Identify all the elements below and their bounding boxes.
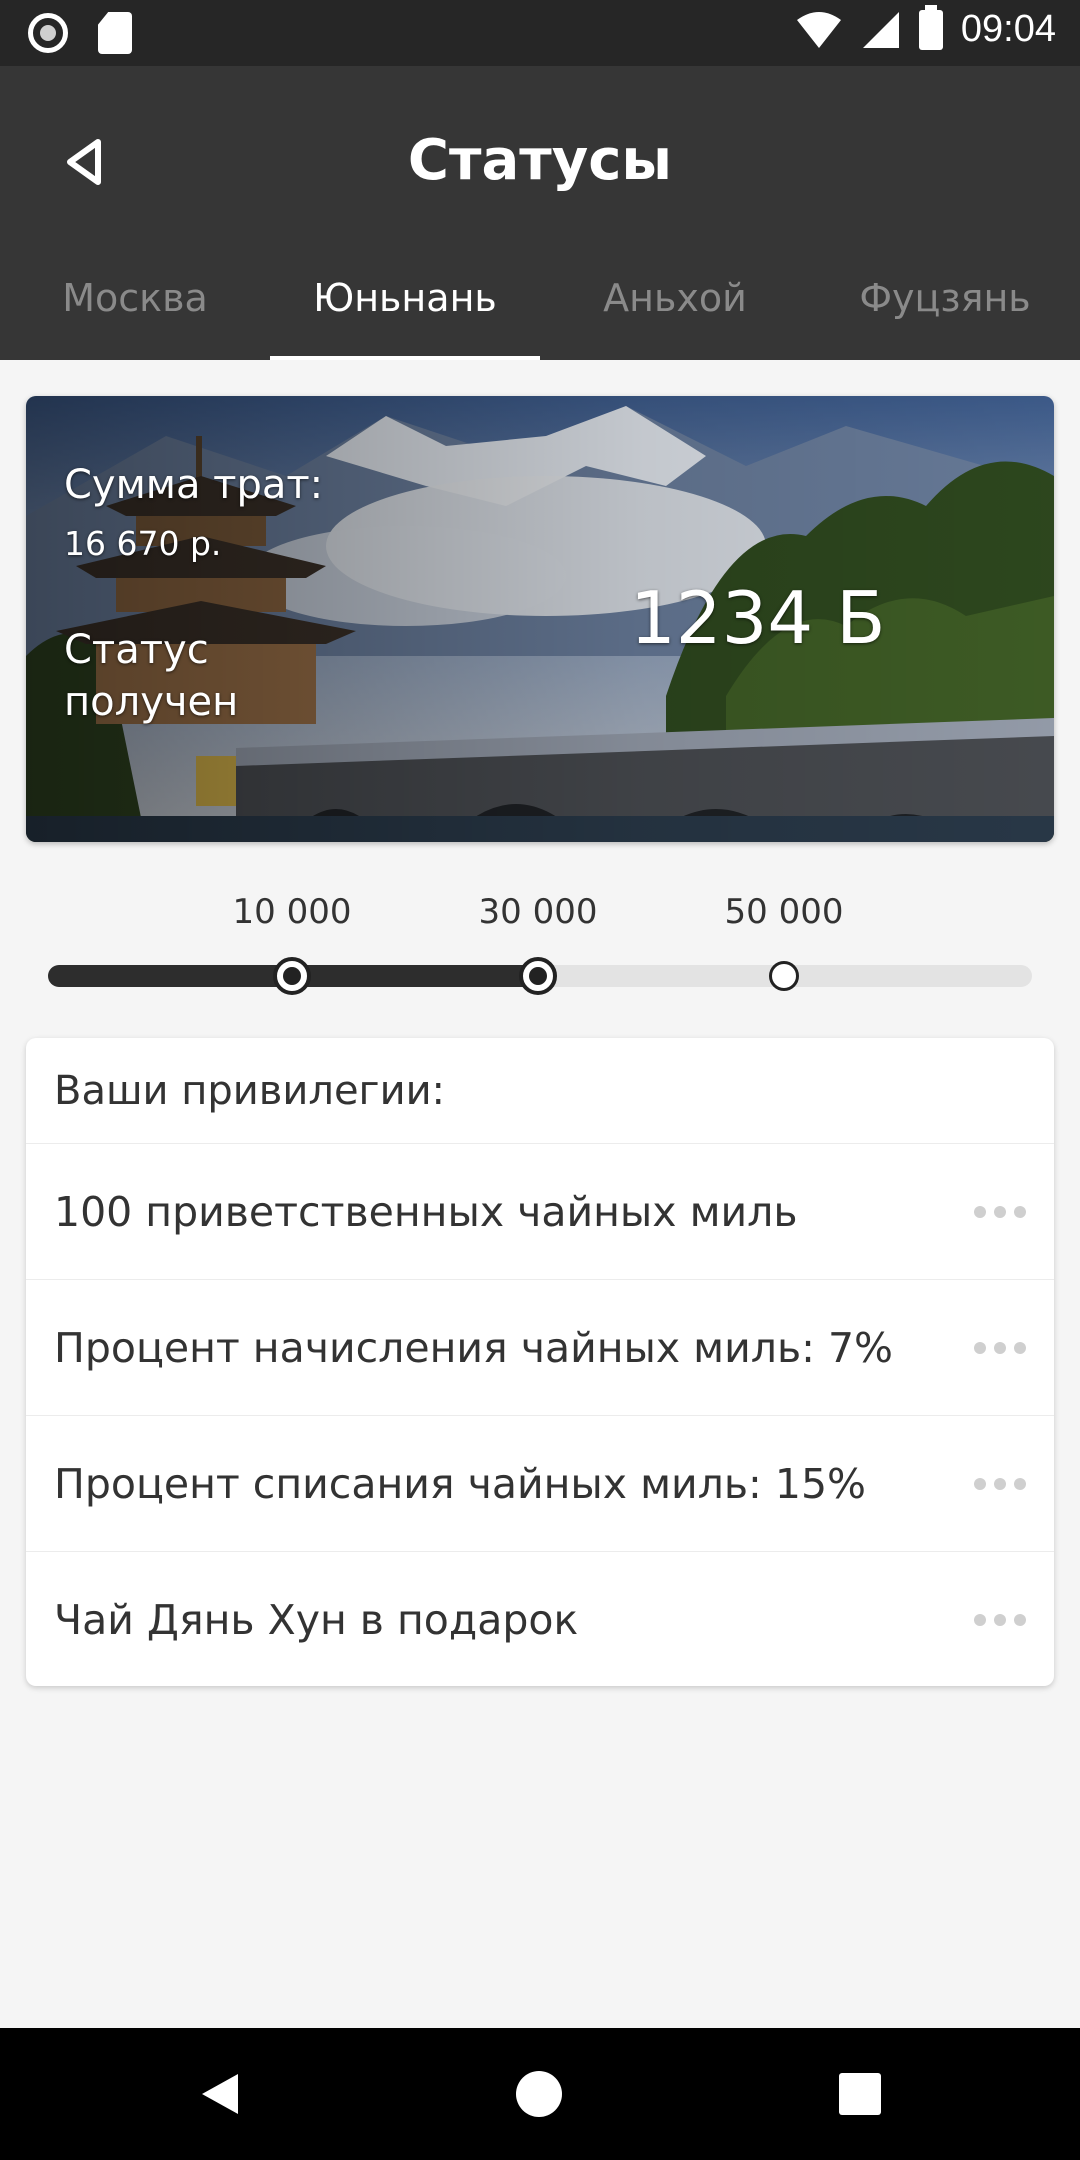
nav-back-button[interactable] [184,2058,256,2130]
privilege-item[interactable]: 100 приветственных чайных миль [26,1144,1054,1280]
tick-label-50000: 50 000 [724,892,844,932]
status-label: Статус получен [64,627,239,725]
status-bar: 09:04 [0,0,1080,66]
privilege-text: 100 приветственных чайных миль [54,1187,798,1236]
privilege-item[interactable]: Чай Дянь Хун в подарок [26,1552,1054,1686]
status-card: Сумма трат: 16 670 р. Статус получен 123… [26,396,1054,842]
home-icon [516,2071,562,2117]
privilege-item[interactable]: Процент начисления чайных миль: 7% [26,1280,1054,1416]
nav-back-icon [202,2074,238,2114]
nav-home-button[interactable] [503,2058,575,2130]
spend-value: 16 670 р. [64,524,222,563]
system-nav-bar [0,2028,1080,2160]
more-icon[interactable] [954,1332,1026,1364]
milestone-marker-30000 [519,957,557,995]
nav-recents-button[interactable] [824,2058,896,2130]
tab-moskva[interactable]: Москва [0,266,270,360]
signal-icon [862,11,899,48]
privilege-item[interactable]: Процент списания чайных миль: 15% [26,1416,1054,1552]
sd-card-icon [98,12,132,54]
record-icon [28,13,68,53]
milestone-marker-10000 [273,957,311,995]
tick-label-30000: 30 000 [478,892,598,932]
privilege-text: Чай Дянь Хун в подарок [54,1596,579,1644]
status-progress: 10 000 30 000 50 000 [0,880,1080,1010]
tab-fujian[interactable]: Фуцзянь [810,266,1080,360]
battery-icon [918,4,943,50]
wifi-icon [796,11,841,48]
spend-label: Сумма трат: [64,462,324,508]
privileges-card: Ваши привилегии: 100 приветственных чайн… [26,1038,1054,1686]
app-bar: Статусы Москва Юньнань Аньхой Фуцзянь [0,66,1080,360]
privilege-text: Процент начисления чайных миль: 7% [54,1323,894,1372]
page-title: Статусы [407,128,673,193]
points-value: 1234 Б [630,576,886,660]
milestone-marker-50000 [769,961,799,991]
screen: 09:04 Статусы Москва Юньнань Аньхой Фуцз… [0,0,1080,2160]
more-icon[interactable] [954,1468,1026,1500]
status-time: 09:04 [960,8,1056,50]
privileges-header: Ваши привилегии: [26,1038,1054,1144]
tick-label-10000: 10 000 [232,892,352,932]
more-icon[interactable] [954,1196,1026,1228]
tab-yunnan[interactable]: Юньнань [270,266,540,360]
privilege-text: Процент списания чайных миль: 15% [54,1459,866,1508]
region-tabs: Москва Юньнань Аньхой Фуцзянь [0,266,1080,360]
more-icon[interactable] [954,1604,1026,1636]
tab-anhoi[interactable]: Аньхой [540,266,810,360]
recents-icon [839,2073,881,2115]
